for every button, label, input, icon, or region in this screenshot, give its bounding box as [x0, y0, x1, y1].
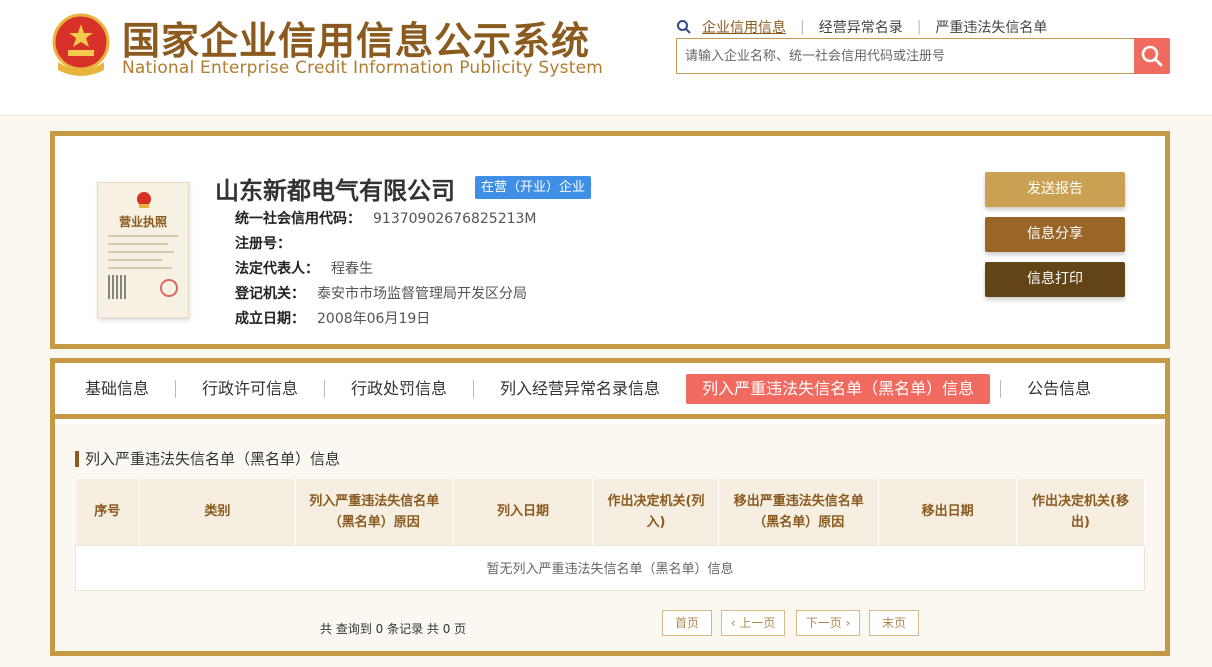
site-title-en: National Enterprise Credit Information P…: [122, 58, 603, 78]
nav-divider: |: [916, 19, 922, 35]
search-box: [676, 38, 1136, 74]
tab-admin-license[interactable]: 行政许可信息: [186, 374, 314, 404]
next-page-button[interactable]: 下一页 ›: [796, 610, 860, 636]
last-page-button[interactable]: 末页: [869, 610, 919, 636]
license-text-line: [108, 243, 168, 245]
info-established-date: 成立日期： 2008年06月19日: [235, 308, 430, 328]
empty-message: 暂无列入严重违法失信名单（黑名单）信息: [75, 544, 1145, 591]
status-badge: 在营（开业）企业: [475, 176, 592, 199]
license-emblem-icon: [137, 192, 151, 208]
tab-divider: [175, 379, 177, 398]
tab-divider: [473, 379, 475, 398]
blacklist-table: 序号 类别 列入严重违法失信名单（黑名单）原因 列入日期 作出决定机关(列入) …: [75, 479, 1145, 591]
company-card: 营业执照 山东新都电气有限公司 在营（开业）企业 统一社会信用代码： 913709…: [50, 131, 1170, 349]
info-label: 统一社会信用代码：: [235, 211, 361, 227]
search-icon: [677, 20, 691, 34]
info-label: 注册号：: [235, 236, 291, 252]
prev-page-button[interactable]: ‹ 上一页: [721, 610, 785, 636]
column-header: 作出决定机关(列入): [592, 479, 720, 545]
business-license-image[interactable]: 营业执照: [97, 182, 189, 318]
print-info-button[interactable]: 信息打印: [985, 262, 1125, 297]
table-header-row: 序号 类别 列入严重违法失信名单（黑名单）原因 列入日期 作出决定机关(列入) …: [75, 479, 1145, 545]
tab-content: 列入严重违法失信名单（黑名单）信息 序号 类别 列入严重违法失信名单（黑名单）原…: [55, 424, 1165, 651]
info-value: 程春生: [331, 261, 373, 277]
national-emblem-icon: [52, 13, 110, 76]
search-input[interactable]: [677, 39, 1135, 73]
license-qr-code: [108, 275, 128, 299]
license-seal: [160, 279, 178, 297]
tab-bar: 基础信息 行政许可信息 行政处罚信息 列入经营异常名录信息 列入严重违法失信名单…: [55, 363, 1165, 419]
info-value: 泰安市市场监督管理局开发区分局: [317, 286, 527, 302]
license-title: 营业执照: [118, 215, 167, 229]
license-text-line: [108, 267, 172, 269]
info-panel: 基础信息 行政许可信息 行政处罚信息 列入经营异常名录信息 列入严重违法失信名单…: [50, 358, 1170, 656]
license-text-line: [108, 259, 162, 261]
tab-divider: [324, 379, 326, 398]
nav-link-abnormal-list[interactable]: 经营异常名录: [819, 17, 903, 37]
info-credit-code: 统一社会信用代码： 91370902676825213M: [235, 208, 537, 228]
column-header: 类别: [139, 479, 296, 545]
info-registration-authority: 登记机关： 泰安市市场监督管理局开发区分局: [235, 283, 527, 303]
info-reg-number: 注册号：: [235, 233, 303, 253]
column-header: 列入严重违法失信名单（黑名单）原因: [295, 479, 454, 545]
info-legal-rep: 法定代表人： 程春生: [235, 258, 373, 278]
info-value: 91370902676825213M: [373, 211, 537, 227]
tab-divider: [1000, 379, 1002, 398]
send-report-button[interactable]: 发送报告: [985, 172, 1125, 207]
search-button[interactable]: [1134, 38, 1170, 74]
nav-link-enterprise-credit[interactable]: 企业信用信息: [702, 17, 786, 37]
info-value: 2008年06月19日: [317, 311, 431, 327]
nav-divider: |: [800, 19, 805, 35]
license-text-line: [108, 235, 178, 237]
tab-basic-info[interactable]: 基础信息: [69, 374, 165, 404]
share-info-button[interactable]: 信息分享: [985, 217, 1125, 252]
table-row: 暂无列入严重违法失信名单（黑名单）信息: [75, 544, 1145, 591]
site-header: 国家企业信用信息公示系统 National Enterprise Credit …: [0, 0, 1212, 116]
section-title-marker: [75, 450, 79, 467]
info-label: 登记机关：: [235, 286, 305, 302]
info-label: 法定代表人：: [235, 261, 319, 277]
nav-link-blacklist[interactable]: 严重违法失信名单: [935, 17, 1047, 37]
column-header: 列入日期: [453, 479, 594, 545]
first-page-button[interactable]: 首页: [662, 610, 712, 636]
section-title: 列入严重违法失信名单（黑名单）信息: [75, 448, 340, 469]
company-name: 山东新都电气有限公司: [215, 177, 455, 205]
column-header: 移出日期: [878, 479, 1018, 545]
tab-admin-penalty[interactable]: 行政处罚信息: [335, 374, 463, 404]
search-icon: [1141, 45, 1163, 67]
top-nav: 企业信用信息 | 经营异常名录 | 严重违法失信名单: [676, 17, 1047, 37]
info-label: 成立日期：: [235, 311, 305, 327]
column-header: 序号: [75, 479, 140, 545]
tab-blacklist[interactable]: 列入严重违法失信名单（黑名单）信息: [686, 373, 991, 404]
column-header: 作出决定机关(移出): [1016, 479, 1145, 545]
tab-abnormal-list[interactable]: 列入经营异常名录信息: [484, 374, 676, 404]
section-title-text: 列入严重违法失信名单（黑名单）信息: [85, 450, 341, 468]
tab-announcements[interactable]: 公告信息: [1011, 374, 1107, 404]
pagination-summary: 共 查询到 0 条记录 共 0 页: [320, 622, 467, 636]
site-title-cn: 国家企业信用信息公示系统: [122, 19, 591, 63]
column-header: 移出严重违法失信名单（黑名单）原因: [718, 479, 880, 545]
license-text-line: [108, 251, 174, 253]
